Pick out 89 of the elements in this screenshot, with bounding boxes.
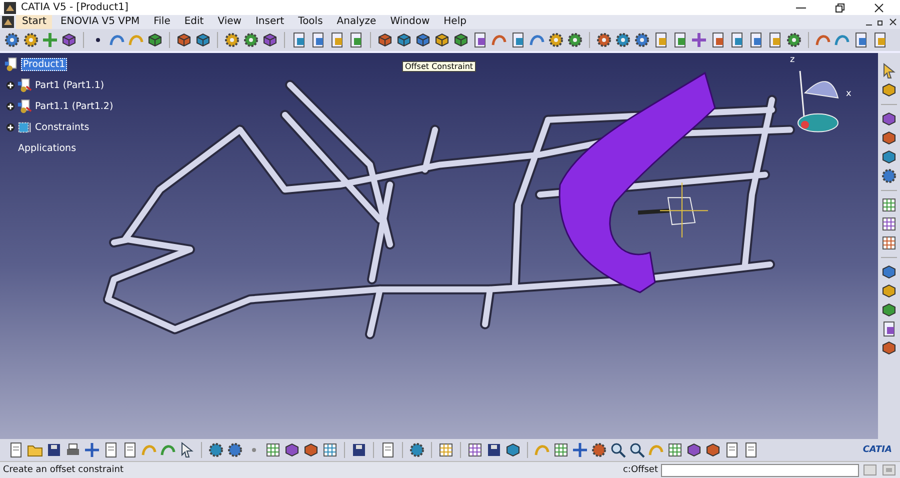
- document-icon[interactable]: [472, 32, 488, 48]
- grid-icon[interactable]: [667, 442, 683, 458]
- tree-item[interactable]: Product1: [21, 58, 68, 70]
- gear-icon[interactable]: [208, 442, 224, 458]
- tree-item[interactable]: Applications: [6, 142, 78, 154]
- menu-item[interactable]: Insert: [249, 15, 290, 29]
- gear-icon[interactable]: [615, 32, 631, 48]
- tree-item[interactable]: Part1 (Part1.1): [34, 80, 106, 90]
- compass-drawing: [798, 70, 838, 132]
- printer-icon[interactable]: [65, 442, 81, 458]
- document-icon[interactable]: [724, 442, 740, 458]
- gear-icon[interactable]: [409, 442, 425, 458]
- menu-item[interactable]: Edit: [178, 15, 210, 29]
- expand-toggle-icon[interactable]: [6, 122, 15, 132]
- curve-icon[interactable]: [491, 32, 507, 48]
- menu-item[interactable]: View: [212, 15, 248, 29]
- menu-item[interactable]: Analyze: [330, 15, 382, 29]
- gear-icon[interactable]: [4, 32, 20, 48]
- document-icon[interactable]: [872, 32, 888, 48]
- magnifier-icon[interactable]: [610, 442, 626, 458]
- gear-icon[interactable]: [227, 442, 243, 458]
- close-icon[interactable]: [874, 2, 884, 12]
- catia-logo: CATIA: [862, 445, 892, 455]
- grid-icon[interactable]: [881, 197, 897, 213]
- curve-icon[interactable]: [834, 32, 850, 48]
- menu-item[interactable]: Help: [438, 15, 472, 29]
- grid-icon[interactable]: [322, 442, 338, 458]
- gear-icon[interactable]: [23, 32, 39, 48]
- expand-toggle-icon[interactable]: [6, 102, 15, 110]
- close-icon[interactable]: [888, 17, 898, 27]
- document-icon[interactable]: [380, 442, 396, 458]
- app-logo-icon: [2, 16, 14, 28]
- curve-icon[interactable]: [815, 32, 831, 48]
- gear-icon[interactable]: [881, 168, 897, 184]
- part-icon: [17, 98, 32, 114]
- grid-icon[interactable]: [881, 235, 897, 251]
- grid-icon[interactable]: [438, 442, 454, 458]
- document-icon[interactable]: [8, 442, 24, 458]
- document-icon[interactable]: [510, 32, 526, 48]
- axis-label: z: [790, 55, 795, 65]
- document-icon[interactable]: [748, 32, 764, 48]
- grid-icon[interactable]: [553, 442, 569, 458]
- document-icon[interactable]: [329, 32, 345, 48]
- restore-icon[interactable]: [835, 2, 845, 12]
- magnifier-icon[interactable]: [629, 442, 645, 458]
- menu-item[interactable]: File: [148, 15, 176, 29]
- document-icon[interactable]: [310, 32, 326, 48]
- document-icon[interactable]: [291, 32, 307, 48]
- document-icon[interactable]: [710, 32, 726, 48]
- document-icon[interactable]: [767, 32, 783, 48]
- gear-icon[interactable]: [243, 32, 259, 48]
- gear-icon[interactable]: [591, 442, 607, 458]
- gear-icon[interactable]: [567, 32, 583, 48]
- document-icon[interactable]: [653, 32, 669, 48]
- axis-label: x: [846, 89, 852, 99]
- grid-icon[interactable]: [265, 442, 281, 458]
- product-icon: [4, 56, 19, 72]
- app-logo-icon: [4, 2, 16, 14]
- tree-item[interactable]: Constraints: [34, 122, 90, 132]
- window-title: CATIA V5 - [Product1]: [21, 2, 128, 13]
- menu-item[interactable]: ENOVIA V5 VPM: [54, 15, 146, 29]
- document-icon[interactable]: [881, 321, 897, 337]
- tree-item[interactable]: Part1.1 (Part1.2): [34, 100, 114, 112]
- tooltip: Offset Constraint: [402, 61, 476, 72]
- command-input-field[interactable]: [661, 464, 859, 476]
- cursor-icon[interactable]: [881, 63, 897, 79]
- status-message: Create an offset constraint: [3, 465, 124, 475]
- document-icon[interactable]: [348, 32, 364, 48]
- menu-item[interactable]: Tools: [292, 15, 329, 29]
- document-icon[interactable]: [122, 442, 138, 458]
- command-label: c:Offset: [622, 465, 658, 475]
- gear-icon[interactable]: [634, 32, 650, 48]
- menu-item[interactable]: Window: [384, 15, 436, 29]
- document-icon[interactable]: [672, 32, 688, 48]
- menu-item[interactable]: Start: [16, 15, 52, 29]
- gear-icon[interactable]: [548, 32, 564, 48]
- expand-toggle-icon[interactable]: [6, 80, 15, 90]
- part-icon: [17, 78, 32, 92]
- grid-icon[interactable]: [881, 216, 897, 232]
- grid-icon[interactable]: [467, 442, 483, 458]
- document-icon[interactable]: [743, 442, 759, 458]
- gear-icon[interactable]: [596, 32, 612, 48]
- document-icon[interactable]: [729, 32, 745, 48]
- gear-icon[interactable]: [224, 32, 240, 48]
- cursor-icon[interactable]: [179, 442, 195, 458]
- constraints-icon: [17, 120, 32, 134]
- gear-icon[interactable]: [786, 32, 802, 48]
- document-icon[interactable]: [103, 442, 119, 458]
- document-icon[interactable]: [853, 32, 869, 48]
